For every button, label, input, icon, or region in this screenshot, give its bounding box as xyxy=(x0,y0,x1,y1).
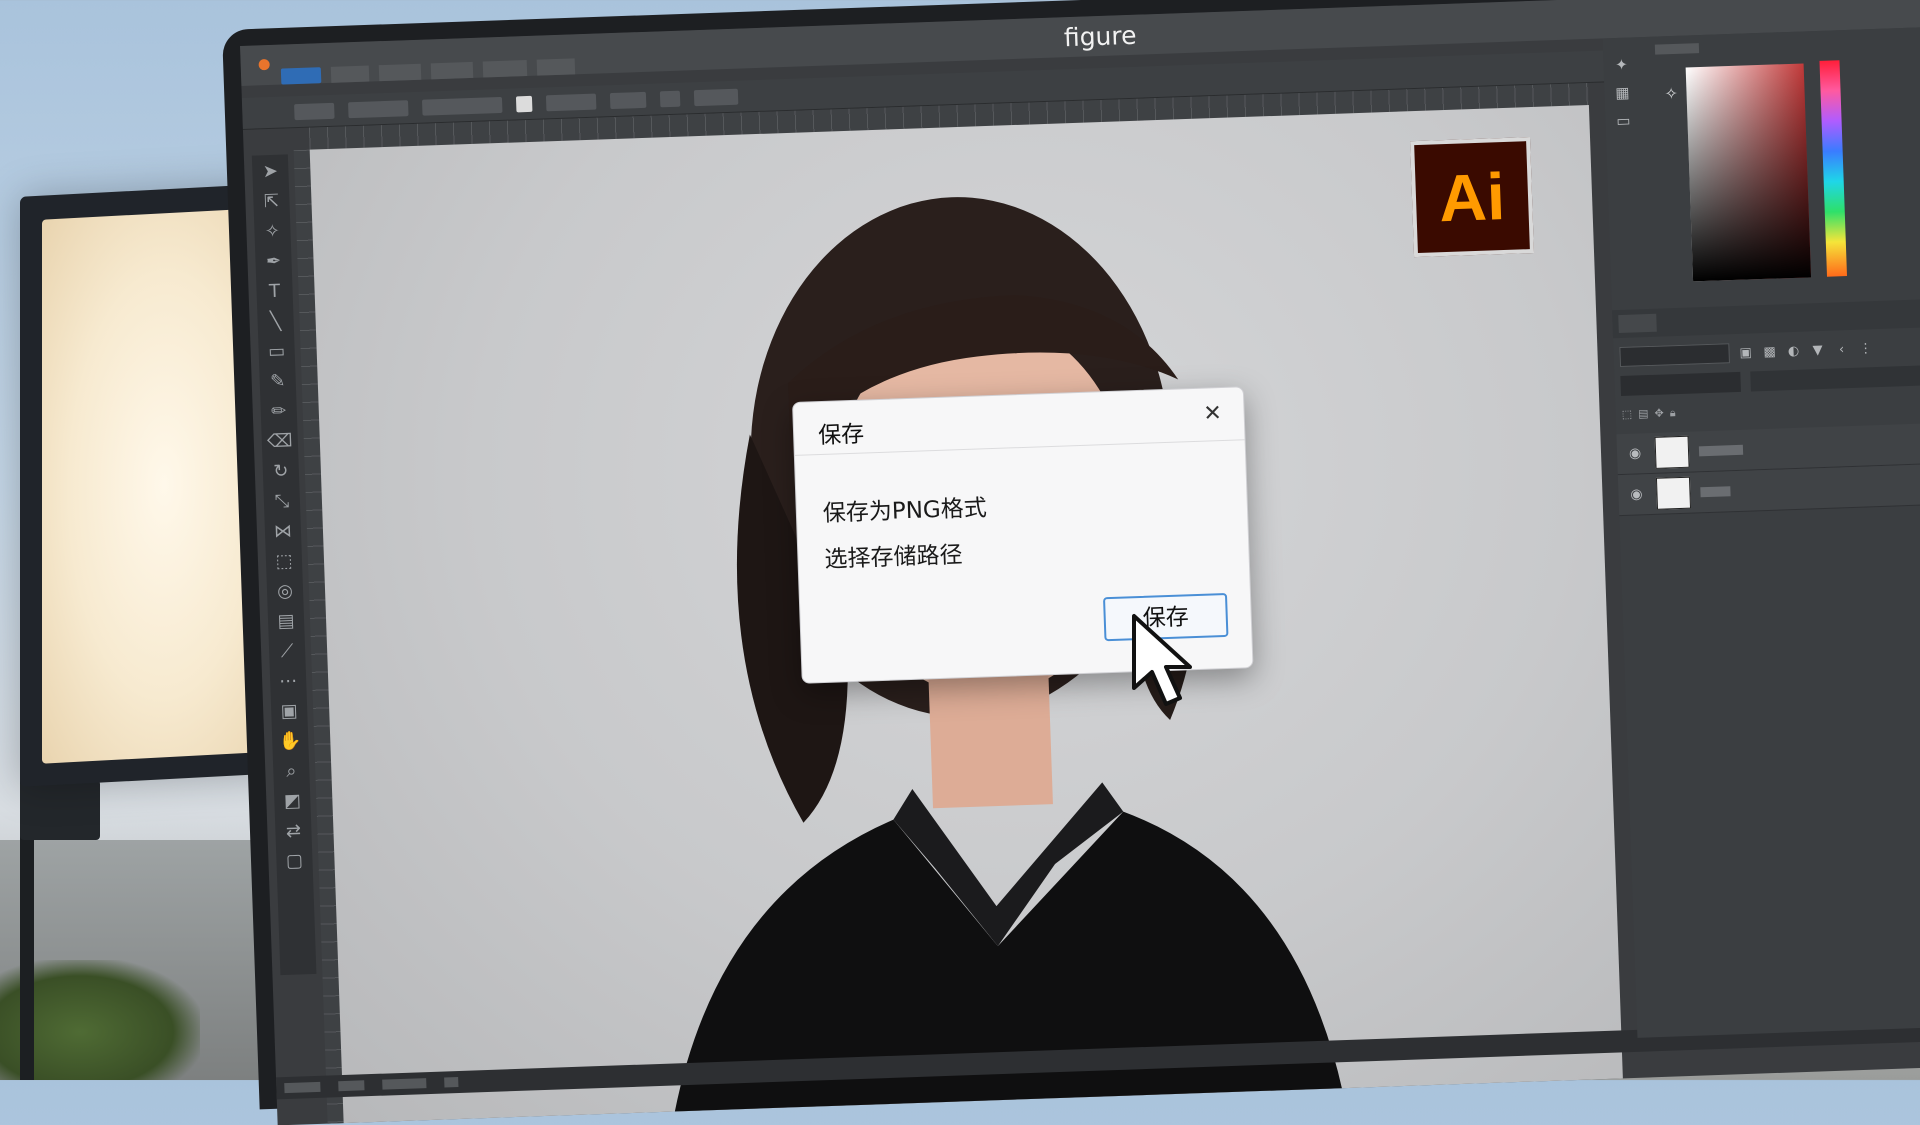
filter-icon[interactable]: ▼ xyxy=(1809,342,1826,358)
layer-thumbnail xyxy=(1655,476,1692,510)
rotate-tool-icon[interactable]: ↻ xyxy=(266,458,295,485)
option-field[interactable] xyxy=(421,96,503,116)
pencil-tool-icon[interactable]: ✏ xyxy=(264,398,293,425)
layer-toolbar: ▣ ▩ ◐ ▼ ‹ ⋮ xyxy=(1619,332,1920,370)
illustrator-logo-text: Ai xyxy=(1437,158,1507,236)
direct-selection-tool-icon[interactable]: ⇱ xyxy=(257,189,286,216)
panel-tabs xyxy=(1612,297,1920,339)
dialog-title: 保存 xyxy=(817,421,865,450)
rectangle-tool-icon[interactable]: ▭ xyxy=(262,338,291,365)
swap-colors-icon[interactable]: ⇄ xyxy=(279,818,308,845)
layer-name xyxy=(1698,444,1744,457)
layers-list: ◉ ◉ xyxy=(1616,421,1920,517)
cursor-arrow xyxy=(1132,614,1192,706)
zoom-tool-icon[interactable]: ⌕ xyxy=(277,758,306,785)
blend-tool-icon[interactable]: ⋯ xyxy=(274,668,303,695)
tab-channels[interactable] xyxy=(1664,312,1695,331)
free-transform-tool-icon[interactable]: ⬚ xyxy=(270,548,299,575)
visibility-eye-icon[interactable]: ◉ xyxy=(1626,486,1647,503)
pen-tool-icon[interactable]: ✒ xyxy=(259,248,288,275)
color-panel-icon[interactable]: ✦ xyxy=(1610,55,1633,76)
photo-neck xyxy=(928,664,1053,809)
right-panel-dock: ✦ ▦ ▭ ✧ ▣ ▩ ◐ ▼ ‹ ⋮ ⬚ ▤ ✥ 🔒︎ ◉ ◉ xyxy=(1602,25,1920,1038)
new-layer-icon[interactable]: ▣ xyxy=(1737,345,1754,361)
option-swatch[interactable] xyxy=(515,95,533,112)
scale-tool-icon[interactable]: ⤡ xyxy=(267,488,296,515)
option-field[interactable] xyxy=(693,88,739,106)
width-tool-icon[interactable]: ⋈ xyxy=(269,518,298,545)
status-tool xyxy=(444,1077,459,1088)
properties-panel-icon[interactable]: ▭ xyxy=(1612,111,1635,132)
hue-slider[interactable] xyxy=(1819,60,1848,277)
color-panel-label xyxy=(1654,43,1700,55)
tab-layers[interactable] xyxy=(1618,313,1657,334)
close-icon[interactable]: ✕ xyxy=(1195,398,1230,431)
line-tool-icon[interactable]: ╲ xyxy=(261,308,290,335)
menu-item-5[interactable] xyxy=(482,60,528,78)
eyedropper-icon[interactable]: ✧ xyxy=(1664,84,1678,103)
eraser-tool-icon[interactable]: ⌫ xyxy=(265,428,294,455)
screen-mode-icon[interactable]: ▢ xyxy=(280,848,309,875)
eyedropper-tool-icon[interactable]: ⟋ xyxy=(273,638,302,665)
lock-transparency-icon[interactable]: ⬚ xyxy=(1621,408,1632,430)
opacity-select[interactable] xyxy=(1750,365,1920,392)
adjustment-icon[interactable]: ◐ xyxy=(1785,343,1802,359)
light-stand-clamp xyxy=(20,780,100,840)
lock-position-icon[interactable]: ✥ xyxy=(1654,407,1664,429)
shape-builder-tool-icon[interactable]: ◎ xyxy=(271,578,300,605)
menu-item-4[interactable] xyxy=(430,61,474,80)
layer-mask-icon[interactable]: ▩ xyxy=(1761,344,1778,360)
option-field[interactable] xyxy=(659,90,681,107)
status-rotation[interactable] xyxy=(338,1080,365,1092)
blend-row xyxy=(1620,364,1920,400)
selection-tool-icon[interactable]: ➤ xyxy=(256,159,285,186)
options-icon[interactable]: ⋮ xyxy=(1857,341,1874,357)
hand-tool-icon[interactable]: ✋ xyxy=(276,728,305,755)
option-field[interactable] xyxy=(609,91,647,109)
lock-all-icon[interactable]: 🔒︎ xyxy=(1669,406,1676,428)
lock-pixels-icon[interactable]: ▤ xyxy=(1638,407,1649,429)
artboard-tool-icon[interactable]: ▣ xyxy=(275,698,304,725)
dialog-message-path[interactable]: 选择存储路径 xyxy=(824,535,963,574)
layer-search-input[interactable] xyxy=(1619,343,1730,368)
option-field[interactable] xyxy=(294,102,335,120)
type-tool-icon[interactable]: T xyxy=(260,278,289,305)
illustrator-logo: Ai xyxy=(1410,137,1535,258)
fill-stroke-icon[interactable]: ◩ xyxy=(278,788,307,815)
gradient-tool-icon[interactable]: ▤ xyxy=(272,608,301,635)
magic-wand-tool-icon[interactable]: ✧ xyxy=(258,218,287,245)
arrow-pointer-icon xyxy=(1132,614,1192,706)
menu-item-2[interactable] xyxy=(330,65,370,83)
color-picker-field[interactable] xyxy=(1685,63,1812,282)
layer-name xyxy=(1700,486,1731,498)
dialog-message-format: 保存为PNG格式 xyxy=(822,495,988,527)
tab-paths[interactable] xyxy=(1702,311,1731,330)
menu-item-3[interactable] xyxy=(378,63,422,82)
option-field[interactable] xyxy=(545,93,597,111)
blend-mode-select[interactable] xyxy=(1620,371,1741,397)
layer-thumbnail xyxy=(1654,435,1690,469)
swatches-panel-icon[interactable]: ▦ xyxy=(1611,83,1634,104)
visibility-eye-icon[interactable]: ◉ xyxy=(1625,445,1646,462)
menu-item-1[interactable] xyxy=(280,67,322,85)
panel-icon-strip: ✦ ▦ ▭ xyxy=(1603,47,1643,158)
collapse-icon[interactable]: ‹ xyxy=(1833,342,1850,358)
status-zoom[interactable] xyxy=(284,1081,321,1094)
paintbrush-tool-icon[interactable]: ✎ xyxy=(263,368,292,395)
menu-item-6[interactable] xyxy=(536,58,576,76)
option-field[interactable] xyxy=(348,99,409,118)
